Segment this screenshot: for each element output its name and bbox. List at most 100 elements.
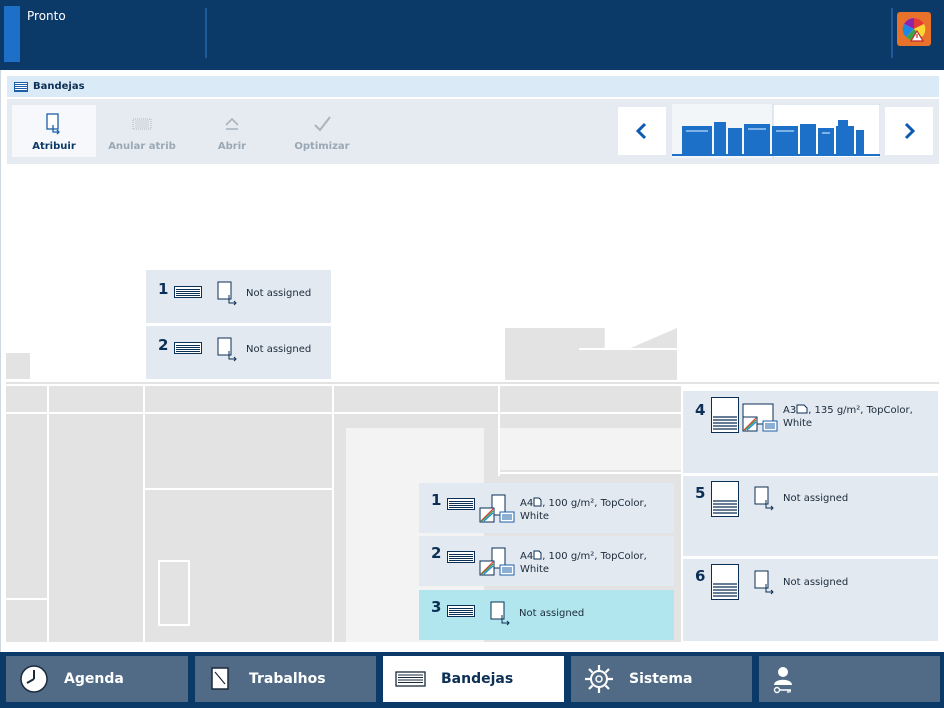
machine-outline <box>143 386 145 642</box>
toolbar: Atribuir Anular atrib Abrir Optimizar <box>7 99 939 164</box>
nav-tab-system[interactable]: Sistema <box>571 656 752 702</box>
media-properties: , 100 g/m², TopColor, <box>542 551 647 562</box>
nav-label: Sistema <box>629 671 693 687</box>
media-color: White <box>520 564 550 575</box>
color-status-icon[interactable] <box>897 12 931 46</box>
portrait-orientation-icon <box>533 497 542 507</box>
machine-overview-thumbnail[interactable] <box>672 103 881 159</box>
media-properties: , 135 g/m², TopColor, <box>808 405 913 416</box>
tray-card[interactable]: 6 Not assigned <box>683 559 938 641</box>
printer-status-text: Pronto <box>27 9 66 23</box>
assign-button[interactable]: Atribuir <box>12 105 96 157</box>
tray-card[interactable]: 5 Not assigned <box>683 476 938 556</box>
machine-outline <box>6 412 681 414</box>
unassigned-media-icon <box>217 337 237 362</box>
optimize-label: Optimizar <box>294 141 350 152</box>
machine-panel <box>500 428 681 470</box>
machine-door <box>158 560 190 626</box>
chevron-right-icon <box>904 122 916 140</box>
trays-icon <box>395 671 426 687</box>
unassign-icon <box>132 118 152 130</box>
media-color: White <box>520 511 550 522</box>
tray-stack-large-icon <box>711 481 739 517</box>
document-icon <box>211 667 229 690</box>
tray-media-desc: A3 , 135 g/m², TopColor, White <box>783 404 913 430</box>
previous-view-button[interactable] <box>618 107 666 155</box>
color-media-icon <box>479 547 515 576</box>
media-size: A4 <box>520 551 534 562</box>
color-media-icon <box>742 403 778 432</box>
tray-card[interactable]: 4 A3 , 135 g/m², TopColor, White <box>683 391 938 473</box>
machine-baseline <box>6 382 939 384</box>
color-media-icon <box>479 494 515 523</box>
tray-card[interactable]: 1 A4 , 100 g/m², TopColor, White <box>419 483 674 533</box>
trays-panel: Bandejas Atribuir Anular atrib Abrir Opt… <box>0 70 944 652</box>
tray-number: 3 <box>431 598 442 616</box>
tray-stack-icon <box>447 551 475 563</box>
tray-icon <box>14 81 28 92</box>
open-button[interactable]: Abrir <box>190 105 274 157</box>
portrait-orientation-icon <box>533 550 542 560</box>
nav-tab-agenda[interactable]: Agenda <box>6 656 188 702</box>
assign-icon <box>46 113 60 135</box>
topbar-divider <box>205 8 207 58</box>
nav-label: Trabalhos <box>249 671 326 687</box>
nav-tab-user[interactable] <box>759 656 940 702</box>
unassigned-media-icon <box>217 281 237 306</box>
top-status-bar: Pronto <box>0 0 944 70</box>
bottom-navigation: Agenda Trabalhos Bandejas Sistema <box>0 652 944 708</box>
machine-outline <box>143 488 333 490</box>
chevron-left-icon <box>635 122 647 140</box>
tray-media-desc: Not assigned <box>246 344 312 355</box>
tray-media-desc: Not assigned <box>246 288 312 299</box>
tray-card[interactable]: 1 Not assigned <box>146 270 331 323</box>
tray-media-desc: A4 , 100 g/m², TopColor, White <box>520 497 647 523</box>
machine-outline <box>500 472 681 474</box>
tray-media-desc: Not assigned <box>783 577 849 588</box>
media-size: A3 <box>783 405 797 416</box>
optimize-button[interactable]: Optimizar <box>280 105 364 157</box>
unassign-label: Anular atrib <box>108 141 176 152</box>
tray-media-desc: Not assigned <box>519 608 585 619</box>
media-color: White <box>783 418 813 429</box>
tray-number: 4 <box>695 401 706 419</box>
unassign-button[interactable]: Anular atrib <box>100 105 184 157</box>
user-key-icon <box>773 667 792 694</box>
tray-number: 1 <box>158 280 169 298</box>
nav-tab-trays[interactable]: Bandejas <box>383 656 564 702</box>
tray-stack-large-icon <box>711 564 739 600</box>
nav-tab-jobs[interactable]: Trabalhos <box>195 656 376 702</box>
nav-label: Bandejas <box>441 671 514 687</box>
tray-number: 5 <box>695 484 706 502</box>
machine-part <box>505 328 677 380</box>
eject-icon <box>225 117 239 130</box>
printer-line-icon <box>672 103 881 159</box>
clock-icon <box>20 665 48 693</box>
machine-outline <box>47 386 49 642</box>
checkmark-icon <box>314 116 331 132</box>
tray-number: 2 <box>158 336 169 354</box>
section-title: Bandejas <box>33 81 85 92</box>
machine-part <box>6 353 30 379</box>
machine-outline <box>579 348 677 350</box>
media-properties: , 100 g/m², TopColor, <box>542 498 647 509</box>
machine-outline <box>332 386 334 642</box>
status-indicator <box>4 6 20 62</box>
next-view-button[interactable] <box>885 107 933 155</box>
unassigned-media-icon <box>754 570 774 595</box>
assign-label: Atribuir <box>32 141 76 152</box>
tray-card-selected[interactable]: 3 Not assigned <box>419 590 674 640</box>
tray-card[interactable]: 2 A4 , 100 g/m², TopColor, White <box>419 536 674 586</box>
landscape-orientation-icon <box>796 404 808 414</box>
machine-outline <box>6 598 48 600</box>
gear-icon <box>585 665 613 693</box>
topbar-divider <box>891 8 893 58</box>
tray-stack-icon <box>174 342 202 354</box>
section-header: Bandejas <box>7 76 939 97</box>
tray-card[interactable]: 2 Not assigned <box>146 326 331 379</box>
tray-number: 1 <box>431 491 442 509</box>
tray-number: 6 <box>695 567 706 585</box>
open-label: Abrir <box>217 141 247 152</box>
unassigned-media-icon <box>490 601 510 626</box>
tray-stack-icon <box>174 286 202 298</box>
